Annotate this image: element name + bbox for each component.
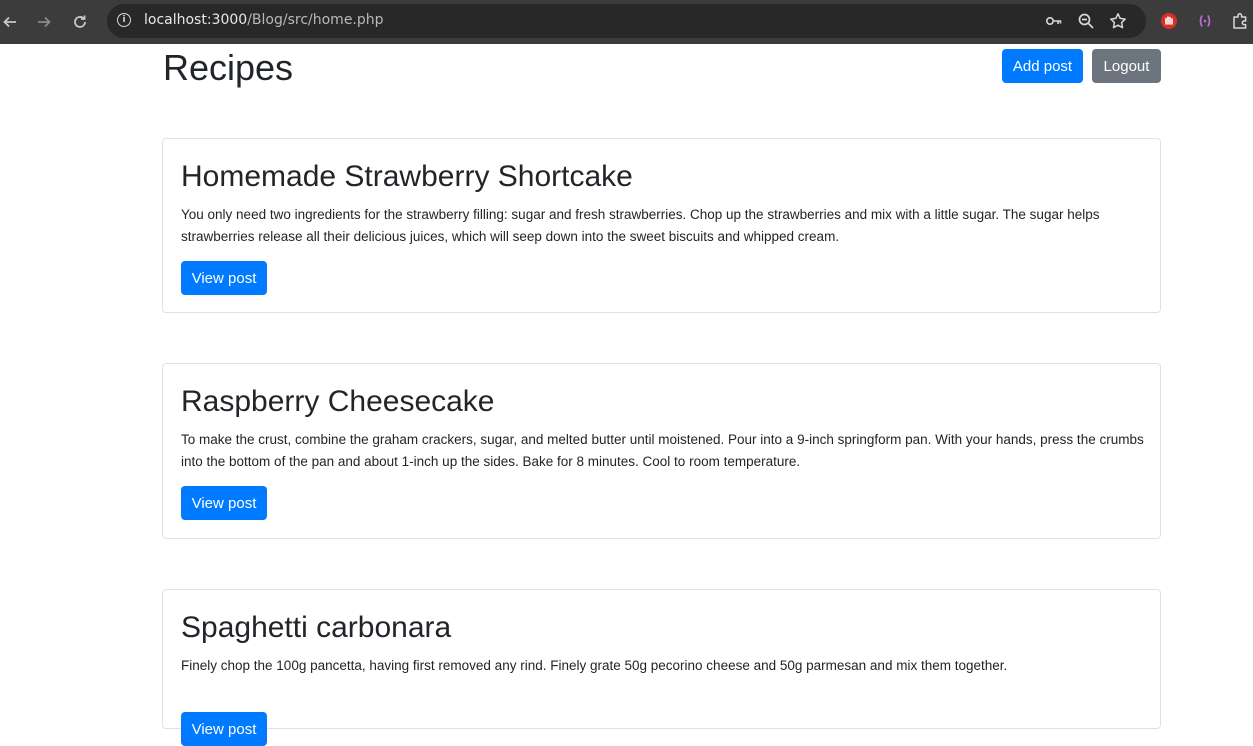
key-icon[interactable]	[1045, 12, 1063, 30]
back-arrow-icon[interactable]	[0, 8, 24, 36]
url-path: /Blog/src/home.php	[247, 12, 384, 28]
post-card: Spaghetti carbonara Finely chop the 100g…	[162, 589, 1161, 746]
zoom-icon[interactable]	[1077, 12, 1095, 30]
browser-toolbar: i localhost:3000/Blog/src/home.php	[0, 0, 1253, 44]
post-title: Raspberry Cheesecake	[181, 385, 495, 418]
page-title: Recipes	[163, 47, 294, 88]
post-excerpt: Finely chop the 100g pancetta, having fi…	[181, 658, 1008, 673]
address-bar[interactable]: i localhost:3000/Blog/src/home.php	[107, 4, 1146, 38]
post-title: Homemade Strawberry Shortcake	[181, 160, 633, 193]
forward-arrow-icon[interactable]	[30, 8, 58, 36]
view-post-button[interactable]: View post	[181, 486, 267, 520]
puzzle-icon[interactable]	[1231, 11, 1251, 31]
star-icon[interactable]	[1109, 12, 1127, 30]
info-icon[interactable]: i	[117, 13, 131, 27]
logout-button[interactable]: Logout	[1092, 49, 1161, 83]
url-host: localhost:3000	[144, 12, 248, 28]
brackets-icon[interactable]	[1195, 11, 1215, 31]
view-post-button[interactable]: View post	[181, 261, 267, 295]
post-excerpt: To make the crust, combine the graham cr…	[181, 432, 1144, 469]
view-post-button[interactable]: View post	[181, 712, 267, 746]
reload-icon[interactable]	[66, 8, 94, 36]
url-text[interactable]: localhost:3000/Blog/src/home.php	[144, 12, 384, 28]
post-card: Homemade Strawberry Shortcake You only n…	[162, 138, 1161, 313]
hand-stop-icon[interactable]	[1159, 11, 1179, 31]
post-excerpt: You only need two ingredients for the st…	[181, 207, 1100, 244]
post-card: Raspberry Cheesecake To make the crust, …	[162, 363, 1161, 539]
page-content: Recipes Add post Logout Homemade Strawbe…	[0, 44, 1253, 746]
post-title: Spaghetti carbonara	[181, 611, 452, 644]
add-post-button[interactable]: Add post	[1002, 49, 1083, 83]
